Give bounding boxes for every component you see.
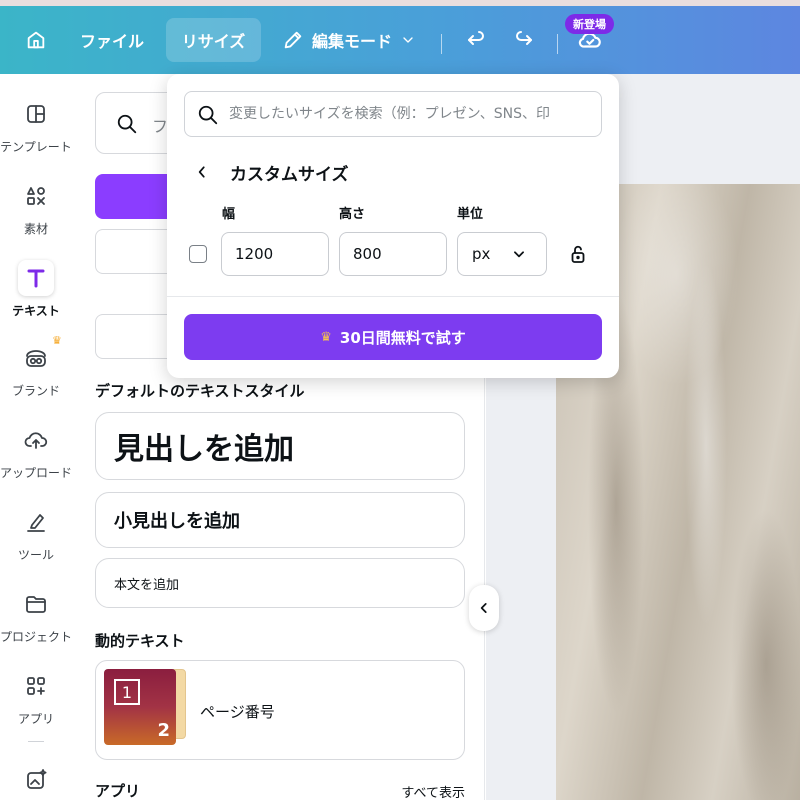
thumbnail-number-box: 1 <box>114 679 140 705</box>
brand-kit-button[interactable] <box>95 314 175 359</box>
resize-button[interactable]: リサイズ <box>166 18 261 62</box>
sidebar-item-label: ツール <box>17 548 54 562</box>
chevron-down-icon <box>403 37 413 43</box>
add-subheading-label: 小見出しを追加 <box>114 511 240 532</box>
editor-toolbar: ファイル リサイズ 編集モード 新登場 <box>0 6 800 74</box>
search-icon <box>198 105 218 125</box>
resize-popover: カスタムサイズ 幅 高さ 単位 px ♛ 30日間無料で試す <box>167 74 619 378</box>
panel-search-placeholder: フ <box>152 117 169 136</box>
apps-section-title: アプリ <box>95 782 141 800</box>
crown-icon: ♛ <box>52 334 62 347</box>
unit-dropdown[interactable]: px <box>457 232 547 276</box>
sidebar-item-label: テンプレート <box>0 140 72 154</box>
free-trial-label: 30日間無料で試す <box>339 328 466 347</box>
apps-section-header: アプリ すべて表示 <box>95 780 465 800</box>
add-heading-label: 見出しを追加 <box>114 432 294 467</box>
popover-divider <box>167 296 619 297</box>
crown-icon: ♛ <box>320 329 332 345</box>
page-number-card[interactable]: 1 2 ページ番号 <box>95 660 465 760</box>
redo-icon <box>516 31 532 45</box>
apps-icon <box>18 668 54 704</box>
sidebar-item-text[interactable]: テキスト <box>0 260 72 330</box>
aspect-lock-button[interactable] <box>569 244 587 264</box>
height-label: 高さ <box>339 207 366 222</box>
chevron-left-icon <box>198 166 205 178</box>
chevron-left-icon <box>480 603 487 613</box>
file-menu-label: ファイル <box>79 32 144 51</box>
unit-label: 単位 <box>457 207 484 222</box>
undo-button[interactable] <box>456 18 496 62</box>
page-number-label: ページ番号 <box>200 703 275 721</box>
custom-size-title: カスタムサイズ <box>230 165 349 185</box>
object-panel-nav: テンプレート 素材 テキスト ♛ ブランド アップロード ツール プロジェクト … <box>0 74 80 800</box>
sidebar-item-projects[interactable]: プロジェクト <box>0 586 72 656</box>
upload-icon <box>18 422 54 458</box>
new-badge: 新登場 <box>565 14 614 34</box>
width-label: 幅 <box>222 207 236 222</box>
sidebar-item-label: アプリ <box>17 712 54 726</box>
collapse-panel-button[interactable] <box>469 585 499 631</box>
sidebar-item-uploads[interactable]: アップロード <box>0 422 72 492</box>
page-number-thumbnail: 1 2 <box>104 669 186 745</box>
sidebar-item-label: テキスト <box>12 304 60 318</box>
search-icon <box>117 114 137 134</box>
width-input[interactable] <box>221 232 329 276</box>
dynamic-text-title: 動的テキスト <box>95 632 185 650</box>
template-icon <box>18 96 54 132</box>
sidebar-item-brand[interactable]: ♛ ブランド <box>0 334 72 410</box>
text-icon <box>18 260 54 296</box>
elements-icon <box>18 178 54 214</box>
size-search-field[interactable] <box>184 91 602 137</box>
chevron-down-icon <box>514 251 524 258</box>
edit-mode-dropdown[interactable]: 編集モード <box>274 18 424 62</box>
add-text-box-button[interactable] <box>95 174 175 219</box>
default-text-styles-title: デフォルトのテキストスタイル <box>95 382 305 400</box>
sidebar-item-label: ブランド <box>11 384 60 398</box>
panel-secondary-button[interactable] <box>95 229 175 274</box>
sidebar-item-draw[interactable]: ツール <box>0 504 72 574</box>
file-menu-button[interactable]: ファイル <box>68 18 156 62</box>
toolbar-divider <box>557 34 558 54</box>
sidebar-divider <box>28 741 44 742</box>
add-subheading-button[interactable]: 小見出しを追加 <box>95 492 465 548</box>
panel-search-input[interactable]: フ <box>95 92 175 154</box>
pencil-icon <box>284 31 302 49</box>
add-body-text-label: 本文を追加 <box>114 577 180 593</box>
size-search-input[interactable] <box>229 92 599 136</box>
sidebar-item-elements[interactable]: 素材 <box>0 178 72 248</box>
back-button[interactable] <box>192 161 212 183</box>
resize-label: リサイズ <box>181 32 246 51</box>
sidebar-item-label: プロジェクト <box>0 630 73 644</box>
select-checkbox[interactable] <box>189 245 207 263</box>
home-icon <box>27 31 45 49</box>
home-button[interactable] <box>16 18 56 62</box>
redo-button[interactable] <box>504 18 544 62</box>
unlock-icon <box>571 245 585 263</box>
thumbnail-number-2: 2 <box>157 720 170 741</box>
sidebar-item-label: アップロード <box>0 466 73 480</box>
sidebar-item-label: 素材 <box>23 222 48 236</box>
edit-mode-label: 編集モード <box>311 32 392 51</box>
sidebar-item-templates[interactable]: テンプレート <box>0 96 72 166</box>
thumbnail-front-page: 1 2 <box>104 669 176 745</box>
see-all-link[interactable]: すべて表示 <box>401 782 465 800</box>
toolbar-divider <box>441 34 442 54</box>
sidebar-item-magic[interactable] <box>0 762 72 800</box>
add-body-text-button[interactable]: 本文を追加 <box>95 558 465 608</box>
magic-image-icon <box>18 762 54 798</box>
thumbnail-number-1: 1 <box>121 682 133 702</box>
height-input[interactable] <box>339 232 447 276</box>
folder-icon <box>18 586 54 622</box>
undo-icon <box>468 31 484 45</box>
brand-icon <box>18 340 54 376</box>
add-heading-button[interactable]: 見出しを追加 <box>95 412 465 480</box>
sidebar-item-apps[interactable]: アプリ <box>0 668 72 738</box>
draw-icon <box>18 504 54 540</box>
unit-value: px <box>472 245 491 263</box>
free-trial-button[interactable]: ♛ 30日間無料で試す <box>184 314 602 360</box>
